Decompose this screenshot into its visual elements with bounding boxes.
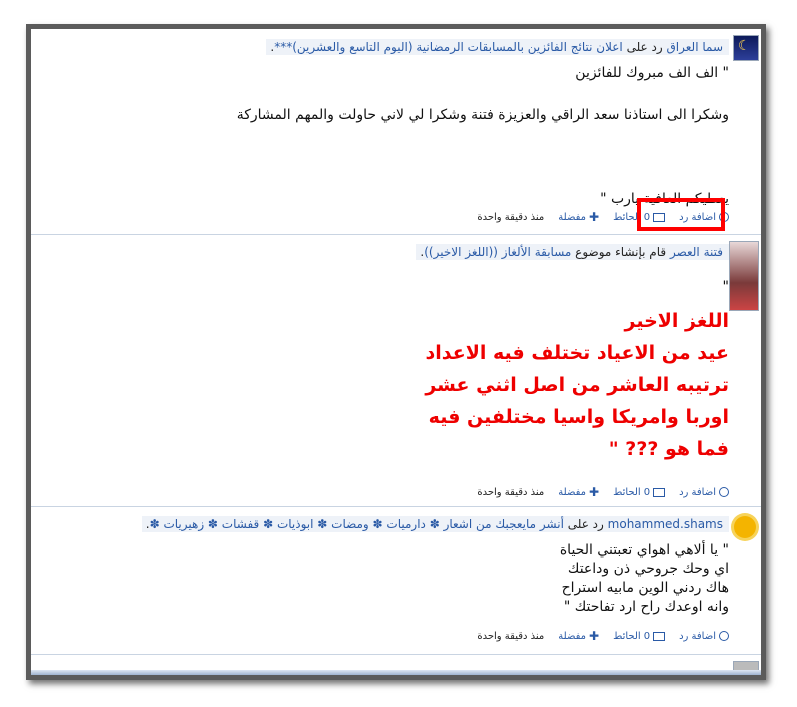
feed-post: mohammed.shams رد على أنشر مايعجبك من اش…: [31, 507, 761, 655]
author-link[interactable]: فتنة العصر: [670, 245, 723, 259]
post-headline: فتنة العصر قام بإنشاء موضوع مسابقة الألغ…: [416, 244, 729, 260]
mail-icon: [653, 487, 666, 497]
wall-button[interactable]: 0 الحائط: [613, 487, 666, 498]
topic-link[interactable]: أنشر مايعجبك من اشعار ✽ دارميات ✽ ومضات …: [150, 517, 564, 531]
quote-open: ": [722, 279, 729, 295]
user-avatar[interactable]: [733, 35, 759, 61]
reply-button[interactable]: اضافة رد: [679, 487, 729, 498]
plus-speech-icon: ✚: [589, 210, 600, 224]
timestamp: منذ دقيقة واحدة: [477, 211, 545, 223]
activity-feed: سما العراق رد على اعلان نتائج الفائزين ب…: [31, 29, 761, 675]
window-bottom-edge: [31, 670, 761, 675]
post-actions: اضافة رد 0 الحائط ✚ مفضلة منذ دقيقة واحدة: [477, 485, 729, 499]
user-avatar[interactable]: [731, 513, 759, 541]
mail-icon: [653, 631, 666, 641]
action-text: رد على: [567, 517, 604, 531]
post-actions: اضافة رد 0 الحائط ✚ مفضلة منذ دقيقة واحدة: [477, 629, 729, 643]
favorite-button[interactable]: ✚ مفضلة: [558, 210, 599, 224]
author-link[interactable]: mohammed.shams: [608, 517, 723, 531]
highlight-annotation: [637, 198, 725, 231]
reply-icon: [719, 487, 729, 497]
post-body: " الف الف مبروك للفائزين وشكرا الى استاذ…: [236, 65, 729, 207]
feed-post: فتنة العصر قام بإنشاء موضوع مسابقة الألغ…: [31, 235, 761, 507]
reply-button[interactable]: اضافة رد: [679, 631, 729, 642]
post-body: " يا ألاهي اهواي تعبتني الحياة اي وحك جر…: [559, 542, 729, 615]
favorite-button[interactable]: ✚ مفضلة: [558, 485, 599, 499]
author-link[interactable]: سما العراق: [666, 40, 723, 54]
post-headline: سما العراق رد على اعلان نتائج الفائزين ب…: [266, 39, 729, 55]
favorite-button[interactable]: ✚ مفضلة: [558, 629, 599, 643]
reply-icon: [719, 631, 729, 641]
action-text: رد على: [626, 40, 663, 54]
timestamp: منذ دقيقة واحدة: [477, 486, 545, 498]
plus-speech-icon: ✚: [589, 629, 600, 643]
action-text: قام بإنشاء موضوع: [575, 245, 667, 259]
user-avatar[interactable]: [729, 241, 759, 311]
riddle-text: اللغز الاخير عيد من الاعياد تختلف فيه ال…: [425, 310, 729, 460]
plus-speech-icon: ✚: [589, 485, 600, 499]
timestamp: منذ دقيقة واحدة: [477, 630, 545, 642]
post-headline: mohammed.shams رد على أنشر مايعجبك من اش…: [141, 516, 729, 532]
wall-button[interactable]: 0 الحائط: [613, 631, 666, 642]
topic-link[interactable]: اعلان نتائج الفائزين بالمسابقات الرمضاني…: [274, 40, 623, 54]
window-frame: سما العراق رد على اعلان نتائج الفائزين ب…: [26, 24, 766, 680]
topic-link[interactable]: مسابقة الألغاز ((اللغز الاخير)): [424, 245, 571, 259]
